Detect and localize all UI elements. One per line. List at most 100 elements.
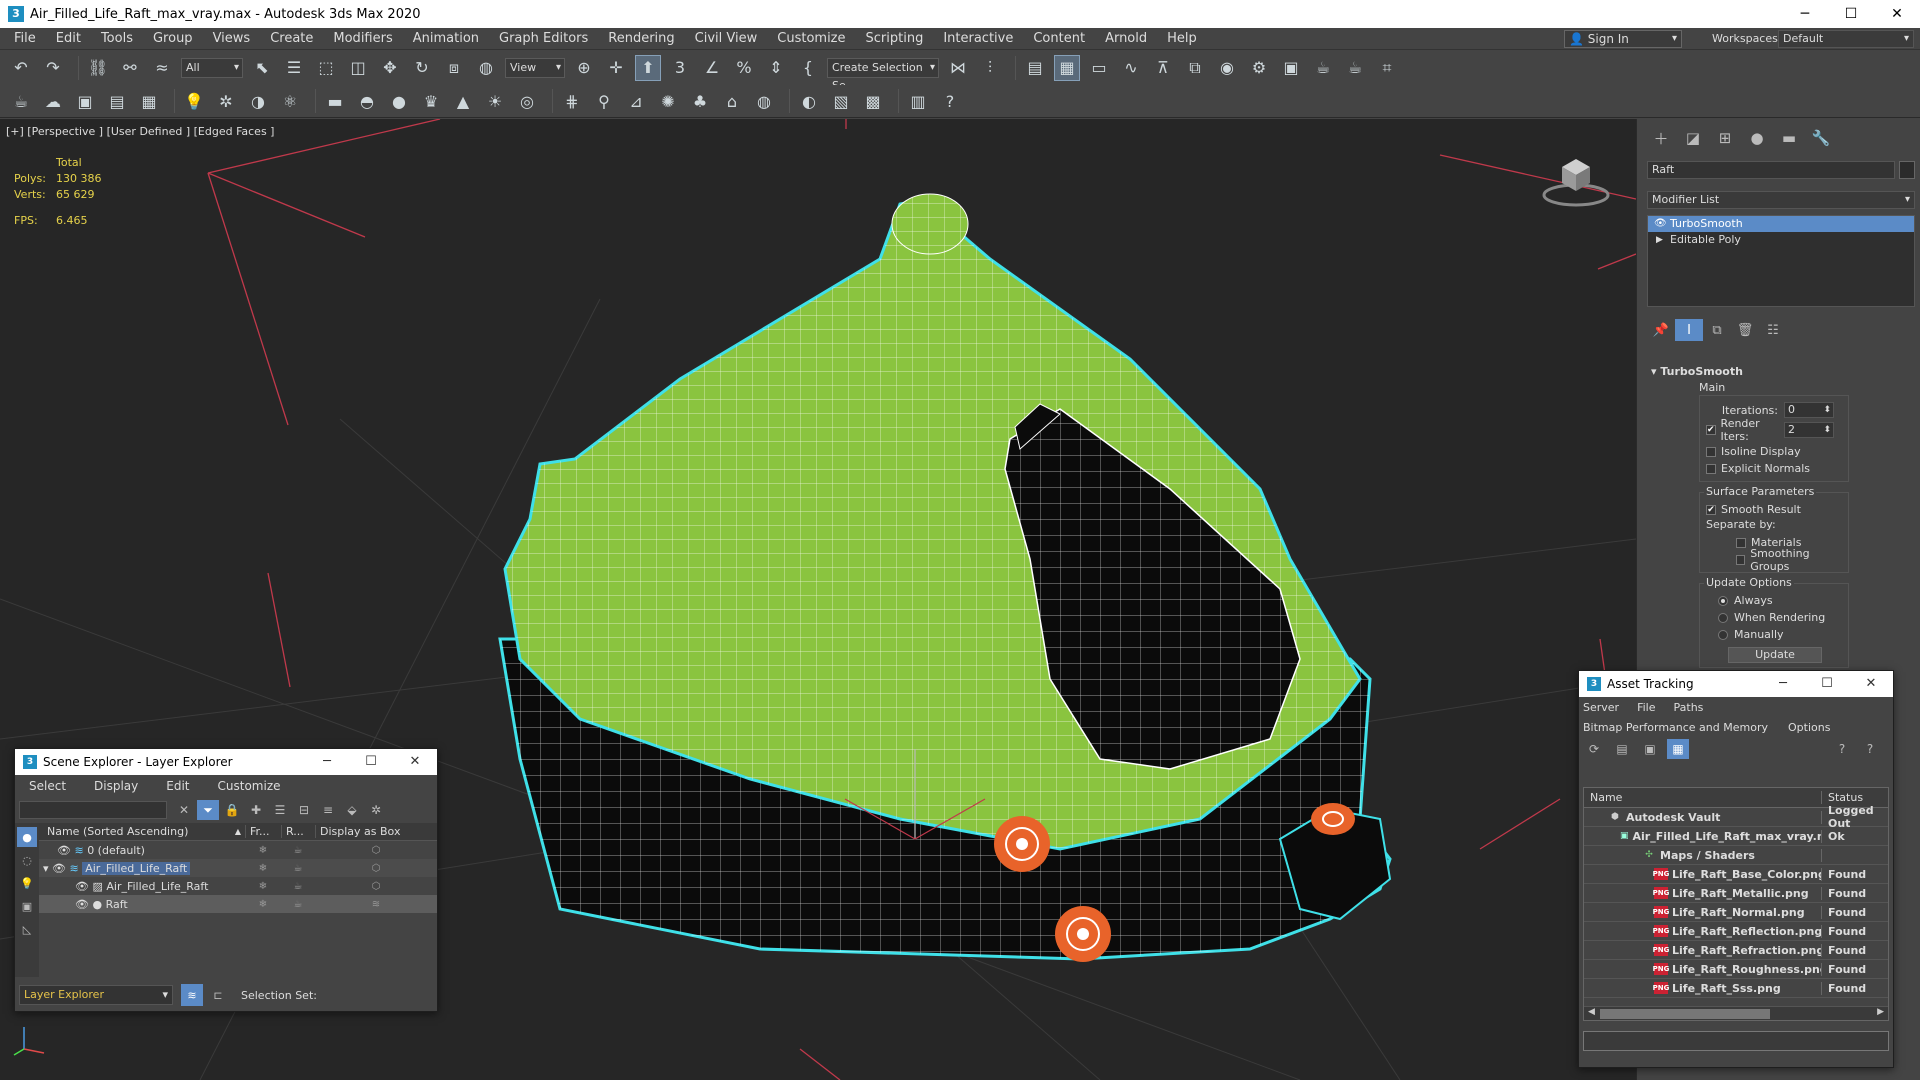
menu-help[interactable]: Help <box>1157 31 1207 46</box>
menu-modifiers[interactable]: Modifiers <box>323 31 402 46</box>
teapot-icon[interactable]: ☕ <box>8 88 34 114</box>
current-layer-icon[interactable]: ⬙ <box>341 800 363 820</box>
vray-cone-icon[interactable]: ▲ <box>450 88 476 114</box>
minimize-button[interactable]: ─ <box>1761 671 1805 697</box>
workspace-dropdown[interactable]: Default <box>1778 30 1914 48</box>
maximize-button[interactable]: ☐ <box>349 749 393 775</box>
menu-arnold[interactable]: Arnold <box>1095 31 1157 46</box>
display-cameras-icon[interactable]: ▣ <box>17 896 37 916</box>
cloud-icon[interactable]: ☁ <box>40 88 66 114</box>
table-row[interactable]: PNG Life_Raft_Normal.png Found <box>1584 903 1888 922</box>
smooth-result-checkbox[interactable]: ✔ Smooth Result <box>1706 501 1842 518</box>
vray-hf-icon[interactable]: ⌂ <box>719 88 745 114</box>
box-icon[interactable]: ⬡ <box>315 863 437 874</box>
status-column-header[interactable]: Status <box>1822 791 1888 804</box>
menu-tools[interactable]: Tools <box>91 31 143 46</box>
box-icon[interactable]: ⬡ <box>315 881 437 892</box>
table-row[interactable]: 👁 ● Raft ❄ ☕ ≋ <box>39 895 437 913</box>
always-radio[interactable]: Always <box>1706 592 1842 609</box>
scroll-right-icon[interactable]: ▶ <box>1877 1007 1884 1017</box>
select-by-name-icon[interactable]: ☰ <box>281 55 307 81</box>
when-rendering-radio[interactable]: When Rendering <box>1706 609 1842 626</box>
scale-icon[interactable]: ⧈ <box>441 55 467 81</box>
redo-icon[interactable]: ↷ <box>40 55 66 81</box>
align-icon[interactable]: ⫶ <box>977 55 1003 81</box>
display-tab-icon[interactable]: ▬ <box>1773 127 1805 149</box>
vray-render-icon[interactable]: ▩ <box>860 88 886 114</box>
at-menu-options[interactable]: Options <box>1788 721 1830 734</box>
place-icon[interactable]: ◍ <box>473 55 499 81</box>
viewcube-icon[interactable] <box>1540 149 1612 209</box>
table-row[interactable]: ✣ Maps / Shaders <box>1584 846 1888 865</box>
vray-settings-icon[interactable]: ⚛ <box>277 88 303 114</box>
at-menu-bitmap-performance[interactable]: Bitmap Performance and Memory <box>1583 721 1768 734</box>
vray-lighting-icon[interactable]: ◐ <box>796 88 822 114</box>
dope-sheet-icon[interactable]: ⊼ <box>1150 55 1176 81</box>
reference-coordinate-dropdown[interactable]: View <box>505 57 565 78</box>
table-row[interactable]: ⬢ Autodesk Vault Logged Out <box>1584 804 1888 830</box>
vray-log-icon[interactable]: ▥ <box>905 88 931 114</box>
name-column-header[interactable]: Name <box>1584 791 1822 804</box>
create-tab-icon[interactable]: ＋ <box>1645 127 1677 149</box>
material-editor-icon[interactable]: ◉ <box>1214 55 1240 81</box>
maximize-button[interactable]: ☐ <box>1805 671 1849 697</box>
se-search-input[interactable] <box>19 801 167 819</box>
expand-triangle-icon[interactable]: ▶ <box>1656 232 1663 248</box>
eye-icon[interactable]: 👁 <box>57 844 71 857</box>
rotate-icon[interactable]: ↻ <box>409 55 435 81</box>
object-color-swatch[interactable] <box>1899 161 1915 179</box>
sort-by-hierarchy-icon[interactable]: ⊏ <box>207 984 229 1006</box>
iterations-spinner[interactable]: 0 <box>1784 402 1834 418</box>
vray-ies-icon[interactable]: ◎ <box>514 88 540 114</box>
eye-icon[interactable]: 👁 <box>75 880 89 893</box>
stack-item-turbosmooth[interactable]: 👁 TurboSmooth <box>1648 216 1914 232</box>
nest-layer-icon[interactable]: ⊟ <box>293 800 315 820</box>
modify-tab-icon[interactable]: ◪ <box>1677 127 1709 149</box>
create-selection-set-dropdown[interactable]: Create Selection Se <box>827 57 939 92</box>
pin-stack-icon[interactable]: 📌 <box>1647 319 1675 341</box>
rollout-title[interactable]: ▾ TurboSmooth <box>1647 363 1915 381</box>
render-iters-checkbox[interactable]: ✔ Render Iters: <box>1706 417 1784 443</box>
display-helpers-icon[interactable]: ◺ <box>17 919 37 939</box>
vray-plane-icon[interactable]: ▬ <box>322 88 348 114</box>
snaps-toggle-icon[interactable]: 3 <box>667 55 693 81</box>
render-iterative-icon[interactable]: ☕ <box>1342 55 1368 81</box>
table-row[interactable]: ▾ 👁 ≋ Air_Filled_Life_Raft ❄ ☕ ⬡ <box>39 859 437 877</box>
freeze-icon[interactable]: ❄ <box>245 881 281 892</box>
vray-material-icon[interactable]: ◍ <box>751 88 777 114</box>
scene-explorer-icon[interactable]: ▤ <box>1022 55 1048 81</box>
menu-customize[interactable]: Customize <box>767 31 855 46</box>
list-view-icon[interactable]: ▤ <box>1611 739 1633 759</box>
render-iters-spinner[interactable]: 2 <box>1784 422 1834 438</box>
asset-tracking-titlebar[interactable]: 3 Asset Tracking ─ ☐ ✕ <box>1579 671 1893 697</box>
clear-search-icon[interactable]: ✕ <box>173 800 195 820</box>
table-row[interactable]: ▣ Air_Filled_Life_Raft_max_vray.max Ok <box>1584 827 1888 846</box>
menu-scripting[interactable]: Scripting <box>856 31 934 46</box>
se-menu-customize[interactable]: Customize <box>218 779 281 793</box>
box-icon[interactable]: ⬡ <box>315 845 437 856</box>
vray-icon[interactable]: ✲ <box>213 88 239 114</box>
move-icon[interactable]: ✥ <box>377 55 403 81</box>
vray-proxy-icon[interactable]: ♛ <box>418 88 444 114</box>
eye-icon[interactable]: 👁 <box>75 898 89 911</box>
sign-in-dropdown[interactable]: 👤 Sign In <box>1564 30 1682 48</box>
layers-icon[interactable]: ≋ <box>315 899 437 910</box>
close-button[interactable]: ✕ <box>1849 671 1893 697</box>
undo-icon[interactable]: ↶ <box>8 55 34 81</box>
vray-frame-buffer-icon[interactable]: ◑ <box>245 88 271 114</box>
schematic-view-icon[interactable]: ⧉ <box>1182 55 1208 81</box>
menu-create[interactable]: Create <box>260 31 323 46</box>
bind-spacewarp-icon[interactable]: ≈ <box>149 55 175 81</box>
vray-fur-icon[interactable]: ⋕ <box>559 88 585 114</box>
remove-modifier-icon[interactable]: 🗑 <box>1731 319 1759 341</box>
vray-ipr-icon[interactable]: ▧ <box>828 88 854 114</box>
explorer-type-dropdown[interactable]: Layer Explorer <box>19 985 173 1005</box>
grid-icon[interactable]: ▦ <box>136 88 162 114</box>
pivot-center-icon[interactable]: ⊕ <box>571 55 597 81</box>
horizontal-scrollbar[interactable]: ◀ ▶ <box>1584 1006 1888 1020</box>
scroll-left-icon[interactable]: ◀ <box>1588 1007 1595 1017</box>
display-geometry-icon[interactable]: ● <box>17 827 37 847</box>
at-menu-file[interactable]: File <box>1637 701 1655 714</box>
select-object-icon[interactable]: ⬉ <box>249 55 275 81</box>
vray-dome-icon[interactable]: ◓ <box>354 88 380 114</box>
